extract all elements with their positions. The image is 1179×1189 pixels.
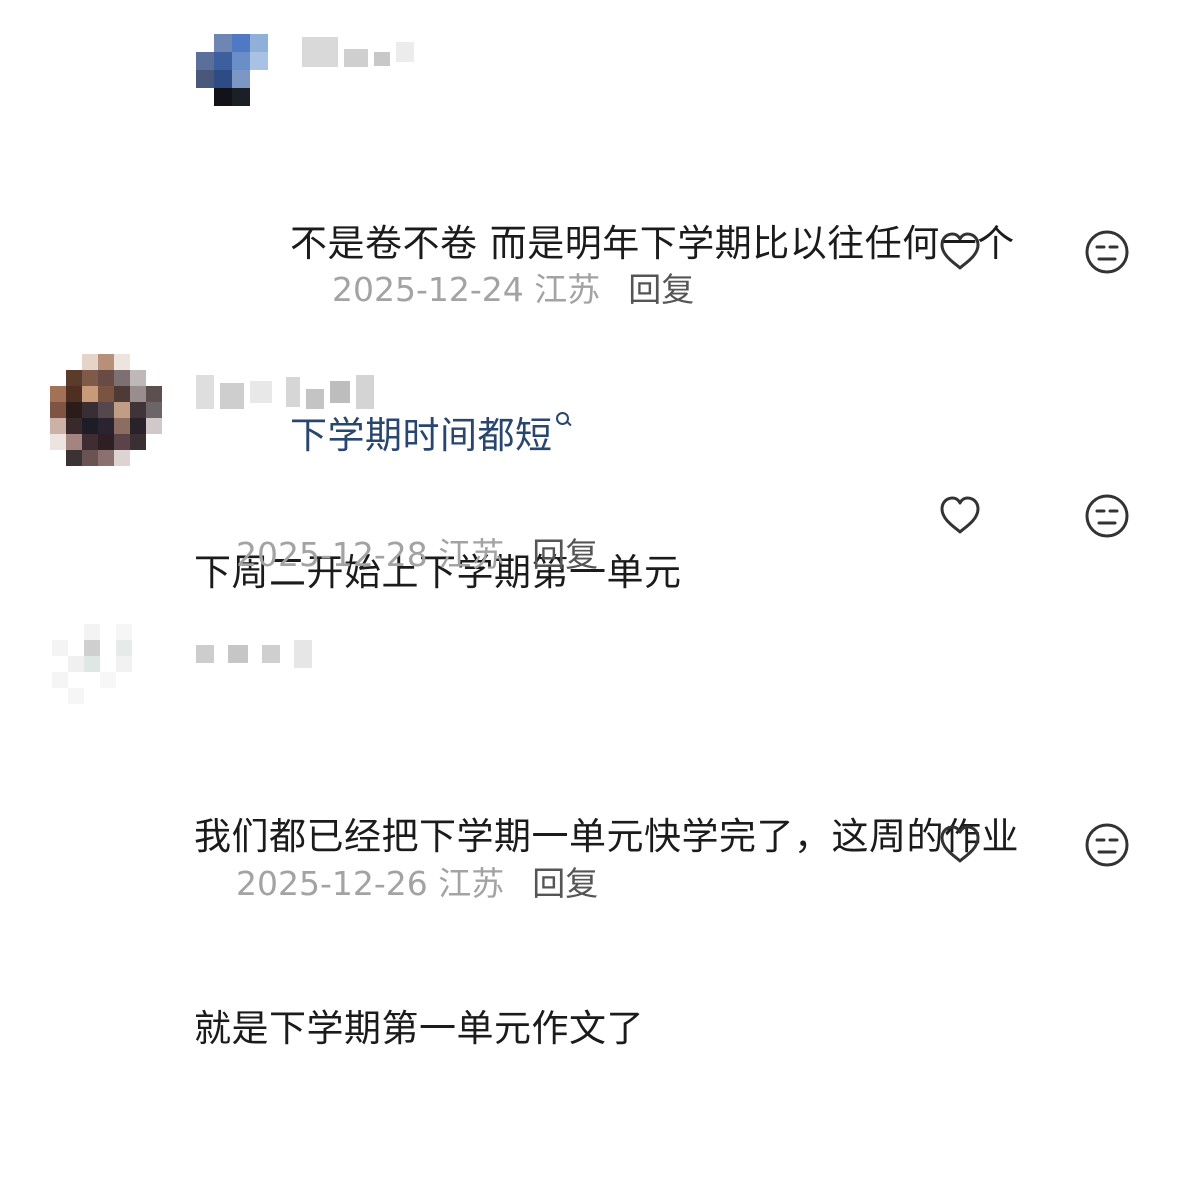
comment-item: 我们都已经把下学期一单元快学完了，这周的作业 就是下学期第一单元作文了 2025… xyxy=(0,590,1179,1050)
reply-button[interactable]: 回复 xyxy=(532,535,598,574)
emoji-icon[interactable] xyxy=(1083,228,1131,276)
emoji-icon[interactable] xyxy=(1083,821,1131,869)
username-redacted[interactable] xyxy=(196,634,312,674)
comment-date: 2025-12-28 xyxy=(235,535,428,574)
reply-button[interactable]: 回复 xyxy=(532,864,598,903)
comment-location: 江苏 xyxy=(438,864,505,903)
emoji-icon[interactable] xyxy=(1083,492,1131,540)
avatar[interactable] xyxy=(50,354,162,466)
comment-text-line: 就是下学期第一单元作文了 xyxy=(194,1007,644,1050)
comment-date: 2025-12-26 xyxy=(235,864,428,903)
username-redacted[interactable] xyxy=(196,372,374,412)
comment-item: 不是卷不卷 而是明年下学期比以往任何一个 下学期时间都短 2025-12-24 … xyxy=(0,0,1179,457)
comment-location: 江苏 xyxy=(438,535,505,574)
comment-meta: 2025-12-26 江苏 回复 xyxy=(194,824,598,944)
avatar[interactable] xyxy=(52,624,148,720)
avatar[interactable] xyxy=(196,34,268,106)
heart-icon[interactable] xyxy=(936,821,984,869)
username-redacted[interactable] xyxy=(302,32,414,72)
heart-icon[interactable] xyxy=(936,492,984,540)
heart-icon[interactable] xyxy=(936,228,984,276)
comment-item: 下周二开始上下学期第一单元 2025-12-28 江苏 回复 xyxy=(0,300,1179,594)
